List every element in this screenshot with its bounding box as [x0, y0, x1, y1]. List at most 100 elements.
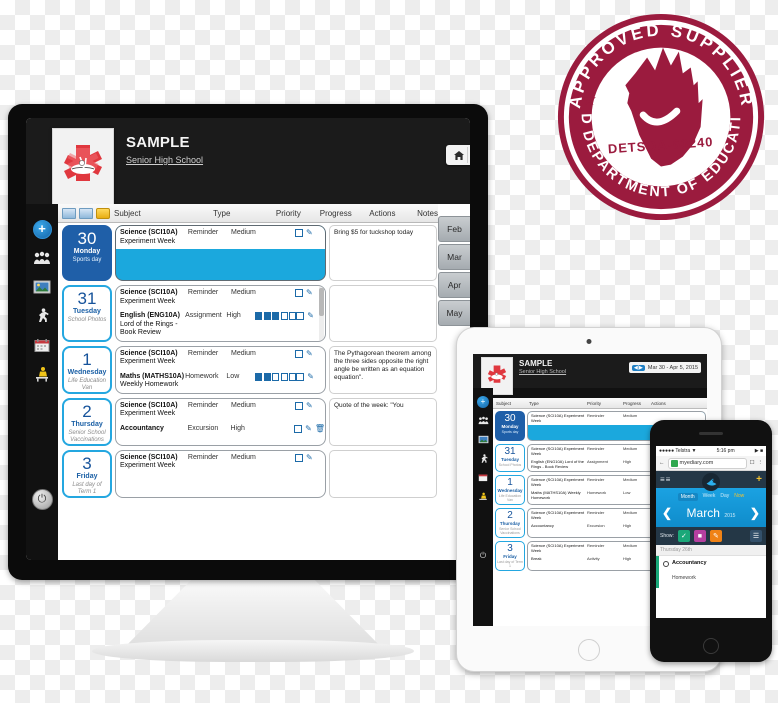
list-item[interactable]: Science (SCI10A) Experiment Week Reminder… [116, 451, 325, 474]
check-square-icon[interactable]: ✓ [677, 530, 690, 542]
entry-list[interactable]: Science (SCI10A) Experiment Week Reminder… [115, 449, 326, 498]
table-row[interactable]: 30 Monday Sports day Science (SCI10A) Exp… [58, 223, 438, 283]
hamburger-menu-icon[interactable]: ≡≡ [660, 475, 671, 484]
pencil-icon[interactable]: ✎ [306, 401, 313, 410]
browser-bar[interactable]: ← myediary.com ☐ ⋮ [656, 456, 766, 471]
table-row[interactable]: 31 Tuesday School Photos Science (SCI10A… [58, 283, 438, 344]
progress-pip[interactable] [280, 372, 288, 381]
list-icon[interactable] [79, 207, 93, 219]
column-header-subject[interactable]: Subject [110, 209, 213, 218]
tablet-col-progress[interactable]: Progress [623, 401, 651, 406]
column-header-actions[interactable]: Actions [369, 209, 413, 218]
progress-pip[interactable] [263, 312, 271, 320]
entry-list[interactable]: Science (SCI10A) Experiment Week Reminder… [115, 285, 326, 342]
list-icon[interactable]: ☰ [750, 530, 762, 542]
tablet-col-subject[interactable]: Subject [493, 401, 529, 406]
plus-icon[interactable]: + [756, 474, 762, 485]
entry-actions[interactable]: ✎ [294, 229, 325, 237]
progress-pip[interactable] [255, 372, 263, 381]
tab-day[interactable]: Day [720, 493, 729, 501]
pencil-icon[interactable]: ✎ [306, 453, 313, 462]
scrollbar-thumb[interactable] [319, 288, 324, 316]
person-desk-icon[interactable] [477, 490, 490, 503]
list-item[interactable]: Science (SCI10A) Experiment Week Reminder… [116, 226, 325, 249]
person-desk-icon[interactable] [32, 364, 52, 384]
column-header-priority[interactable]: Priority [276, 209, 320, 218]
entry-checkbox[interactable] [296, 372, 305, 381]
list-item[interactable]: Science (SCI10A) Experiment Week Reminder… [116, 286, 325, 309]
more-vertical-icon[interactable]: ⋮ [758, 460, 764, 466]
notes-cell[interactable]: The Pythagorean theorem among the three … [329, 345, 437, 394]
notes-cell[interactable] [329, 449, 437, 498]
notes-cell[interactable]: Quote of the week: "You [329, 397, 437, 446]
chevron-right-icon[interactable]: ❯ [750, 506, 760, 520]
calendar-icon[interactable] [477, 471, 490, 484]
edit-square-icon[interactable]: ✎ [709, 530, 722, 542]
progress-pip[interactable] [272, 372, 280, 381]
tab-now[interactable]: Now [734, 493, 744, 501]
column-header-type[interactable]: Type [213, 209, 276, 218]
tablet-col-actions[interactable]: Actions [651, 401, 677, 406]
term-navigation[interactable]: Term 1, 2015, Week 9 ▶▶ ▶ [446, 145, 470, 165]
entry-checkbox[interactable] [294, 289, 303, 297]
pencil-icon[interactable]: ✎ [305, 424, 312, 433]
entry-checkbox[interactable] [296, 312, 305, 320]
progress-pip[interactable] [289, 372, 297, 381]
entry-list[interactable]: Science (SCI10A) Experiment Week Reminder… [115, 225, 326, 281]
photo-gallery-icon[interactable] [32, 277, 52, 297]
pencil-icon[interactable]: ✎ [307, 312, 314, 320]
day-cell[interactable]: 1 Wednesday Life Education Van [62, 345, 112, 394]
list-item[interactable]: Science (SCI10A) Experiment Week Reminder… [116, 399, 325, 422]
entry-actions[interactable]: ✎ [294, 349, 325, 358]
pencil-icon[interactable]: ✎ [306, 349, 313, 358]
progress-pip[interactable] [255, 312, 263, 320]
progress-pip[interactable] [280, 312, 288, 320]
photo-gallery-icon[interactable] [477, 433, 490, 446]
column-header-notes[interactable]: Notes [413, 209, 438, 218]
entry-actions[interactable]: ✎ 🗑 [294, 424, 325, 433]
day-cell[interactable]: 2 Thursday Senior School Vaccinations [62, 397, 112, 446]
tablet-col-priority[interactable]: Priority [587, 401, 623, 406]
table-row[interactable]: 3 Friday Last day of Term 1 Science (SCI… [58, 448, 438, 500]
calendar-icon[interactable] [32, 335, 52, 355]
bus-icon[interactable] [96, 207, 110, 219]
pencil-icon[interactable]: ✎ [307, 372, 314, 381]
circle-checkbox-icon[interactable] [663, 561, 669, 567]
day-cell[interactable]: 2 Thursday Senior School Vaccinations [495, 507, 525, 538]
tabs-icon[interactable]: ☐ [750, 460, 755, 466]
day-cell[interactable]: 31 Tuesday School Photos [495, 443, 525, 472]
tablet-home-button[interactable] [578, 639, 600, 661]
month-tab-mar[interactable]: Mar [438, 244, 470, 270]
phone-home-button[interactable] [703, 638, 719, 654]
entry-actions[interactable]: ✎ [294, 453, 325, 462]
prev-next-arrows-icon[interactable]: ◀|▶ [631, 364, 645, 371]
list-item[interactable]: English (ENG10A) Lord of the Rings - Book… [116, 309, 325, 341]
month-tab-feb[interactable]: Feb [438, 216, 470, 242]
day-cell[interactable]: 30 Monday Sports day [495, 410, 525, 441]
progress-pip[interactable] [272, 312, 280, 320]
entry-checkbox[interactable] [294, 401, 303, 410]
grid-icon[interactable]: ■ [693, 530, 706, 542]
column-header-progress[interactable]: Progress [320, 209, 370, 218]
trash-icon[interactable]: 🗑 [315, 424, 325, 433]
people-group-icon[interactable] [32, 248, 52, 268]
chevron-left-icon[interactable]: ❮ [662, 506, 672, 520]
day-cell[interactable]: 3 Friday Last day of Term 1 [495, 540, 525, 571]
people-group-icon[interactable] [477, 414, 490, 427]
notes-cell[interactable] [329, 285, 437, 342]
url-input[interactable]: myediary.com [667, 457, 747, 469]
tab-month[interactable]: Month [677, 493, 698, 501]
list-item[interactable]: Accountancy Homework [656, 556, 766, 588]
pencil-icon[interactable]: ✎ [306, 229, 313, 237]
entry-checkbox[interactable] [294, 453, 303, 462]
entry-actions[interactable]: ✎ [296, 372, 325, 381]
school-subtitle[interactable]: Senior High School [126, 155, 203, 165]
day-cell[interactable]: 1 Wednesday Life Education Van [495, 474, 525, 505]
back-arrow-icon[interactable]: ← [659, 460, 665, 466]
entry-checkbox[interactable] [294, 424, 303, 433]
table-row[interactable]: 1 Wednesday Life Education Van Science (… [58, 344, 438, 396]
progress-pip[interactable] [263, 372, 271, 381]
entry-checkbox[interactable] [294, 349, 303, 358]
home-icon[interactable] [450, 147, 468, 163]
table-row[interactable]: 2 Thursday Senior School Vaccinations Sc… [58, 396, 438, 448]
